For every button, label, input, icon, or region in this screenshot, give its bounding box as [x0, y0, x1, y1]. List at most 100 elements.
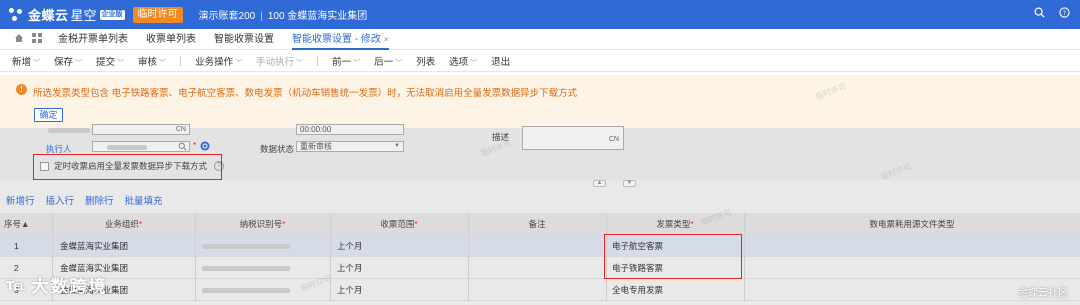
batch-fill-button[interactable]: 批量填充 [125, 193, 163, 207]
submit-button[interactable]: 提交 ﹀ [96, 54, 124, 68]
next-label: 后一 [374, 56, 394, 68]
manual-run-button[interactable]: 手动执行 ﹀ [256, 54, 303, 68]
cn-tag: CN [175, 126, 186, 133]
account-name: 演示账套200 [198, 11, 256, 22]
footer-brand: ℡ 大数跨境 [6, 272, 108, 297]
temp-license-badge[interactable]: 临时许可 [132, 6, 183, 23]
business-ops-button[interactable]: 业务操作 ﹀ [195, 54, 242, 68]
add-row-button[interactable]: 新增行 [6, 193, 35, 207]
col-header-source-file-type-label: 数电票耗用源文件类型 [869, 219, 955, 229]
col-header-org-label: 业务组织 [104, 219, 139, 229]
business-ops-label: 业务操作 [195, 56, 234, 68]
cell-org[interactable]: 金蝶蓝海实业集团 [60, 235, 190, 257]
time-input[interactable]: 00:00:00 [296, 124, 404, 135]
cell-range[interactable]: 上个月 [337, 279, 457, 301]
tab-bar: 金税开票单列表 收票单列表 智能收票设置 智能收票设置 - 修改 × [0, 29, 1080, 50]
insert-row-button[interactable]: 插入行 [46, 193, 75, 207]
chevron-down-icon: ﹀ [470, 59, 478, 67]
obscured-field-label [48, 128, 90, 133]
col-divider [195, 279, 196, 301]
audit-button[interactable]: 审核 ﹀ [138, 54, 166, 68]
col-divider [330, 235, 331, 257]
warning-message: 所选发票类型包含 电子铁路客票、电子航空客票、数电发票（机动车销售统一发票）时，… [33, 88, 578, 99]
list-button[interactable]: 列表 [416, 54, 435, 68]
table-row[interactable]: 1 金蝶蓝海实业集团 上个月 电子航空客票 [0, 235, 1080, 257]
col-header-tax-id[interactable]: 纳税识别号* [195, 213, 330, 235]
home-icon[interactable] [14, 33, 24, 46]
cell-invoice-type[interactable]: 全电专用发票 [612, 279, 732, 301]
data-status-label: 数据状态 [260, 144, 295, 154]
app-grid-icon[interactable] [32, 32, 42, 46]
col-header-tax-id-label: 纳税识别号 [239, 219, 283, 229]
collapse-down-button[interactable]: ▼ [623, 180, 636, 187]
refresh-icon[interactable] [200, 141, 210, 153]
brand-name: 金蝶云 [28, 8, 69, 23]
col-header-org[interactable]: 业务组织* [52, 213, 195, 235]
new-label: 新增 [12, 56, 32, 68]
search-icon[interactable] [1034, 7, 1045, 21]
account-switcher[interactable]: 演示账套200 | 100 金蝶蓝海实业集团 [199, 7, 368, 22]
org-name: 100 金蝶蓝海实业集团 [267, 11, 368, 22]
cell-tax-id-blurred [202, 266, 290, 271]
brand-badge: 企业版 [99, 9, 125, 20]
manual-run-label: 手动执行 [256, 56, 295, 68]
save-button[interactable]: 保存 ﹀ [54, 54, 82, 68]
col-header-remark[interactable]: 备注 [468, 213, 606, 235]
collapse-up-button[interactable]: ▲ [593, 180, 606, 187]
new-button[interactable]: 新增 ﹀ [12, 54, 40, 68]
col-header-seq-label: 序号▲ [4, 219, 30, 229]
tab-smart-receipt-settings-edit[interactable]: 智能收票设置 - 修改 × [292, 29, 389, 50]
svg-text:?: ? [1063, 9, 1066, 17]
footer-brand-name: 大数跨境 [31, 277, 108, 296]
remark-textarea[interactable]: CN [522, 126, 624, 150]
help-circle-icon[interactable]: ? [1059, 7, 1070, 21]
col-header-seq[interactable]: 序号▲ [4, 213, 44, 235]
col-divider [606, 279, 607, 301]
cell-tax-id-blurred [202, 288, 290, 293]
save-label: 保存 [54, 56, 74, 68]
header-form: CN 00:00:00 执行人 * 数据状态 重新审核 ▼ 描述 CN 定时收票… [0, 124, 1080, 180]
cell-range[interactable]: 上个月 [337, 257, 457, 279]
warning-icon: ! [16, 84, 27, 95]
confirm-button[interactable]: 确定 [34, 108, 63, 122]
close-icon[interactable]: × [384, 35, 389, 44]
chevron-down-icon: ﹀ [117, 59, 125, 67]
executor-input[interactable] [92, 141, 190, 152]
col-header-range[interactable]: 收票范围* [330, 213, 468, 235]
next-button[interactable]: 后一 ﹀ [374, 54, 402, 68]
exit-button[interactable]: 退出 [491, 54, 510, 68]
options-button[interactable]: 选项 ﹀ [449, 54, 477, 68]
data-status-value: 重新审核 [300, 142, 332, 151]
delete-row-button[interactable]: 删除行 [85, 193, 114, 207]
col-divider [468, 257, 469, 279]
required-star: * [138, 220, 143, 229]
main-toolbar: 新增 ﹀ 保存 ﹀ 提交 ﹀ 审核 ﹀ 业务操作 ﹀ 手动执行 ﹀ 前一 ﹀ 后一 ﹀ 列表 选… [0, 50, 1080, 72]
tab-smart-receipt-settings[interactable]: 智能收票设置 [214, 29, 274, 50]
data-status-select[interactable]: 重新审核 ▼ [296, 141, 404, 152]
tab-invoice-list[interactable]: 金税开票单列表 [58, 29, 128, 50]
table-row[interactable]: 2 金蝶蓝海实业集团 上个月 电子铁路客票 [0, 257, 1080, 279]
audit-label: 审核 [138, 56, 158, 68]
chevron-down-icon: ﹀ [33, 59, 41, 67]
search-icon[interactable] [178, 142, 187, 153]
community-label: 金蝶云社区 [1018, 288, 1068, 299]
tab-receipt-list[interactable]: 收票单列表 [146, 29, 196, 50]
chevron-down-icon: ﹀ [353, 59, 361, 67]
submit-label: 提交 [96, 56, 116, 68]
previous-button[interactable]: 前一 ﹀ [332, 54, 360, 68]
account-separator: | [260, 11, 263, 22]
table-row[interactable]: 3 金蝶蓝海实业集团 上个月 全电专用发票 [0, 279, 1080, 301]
brand-logo[interactable]: 金蝶云 星空 企业版 [8, 5, 125, 24]
brand-mark-icon: ℡ [6, 276, 26, 294]
cell-range[interactable]: 上个月 [337, 235, 457, 257]
col-header-source-file-type[interactable]: 数电票耗用源文件类型 [744, 213, 1080, 235]
col-divider [468, 235, 469, 257]
executor-value-blurred [107, 145, 147, 150]
obscured-input[interactable]: CN [92, 124, 190, 135]
warning-panel: ! 所选发票类型包含 电子铁路客票、电子航空客票、数电发票（机动车销售统一发票）… [0, 75, 1080, 128]
cell-seq: 1 [14, 241, 19, 251]
col-divider [52, 235, 53, 257]
col-divider [468, 279, 469, 301]
chevron-down-icon: ﹀ [296, 59, 304, 67]
chevron-down-icon: ﹀ [75, 59, 83, 67]
